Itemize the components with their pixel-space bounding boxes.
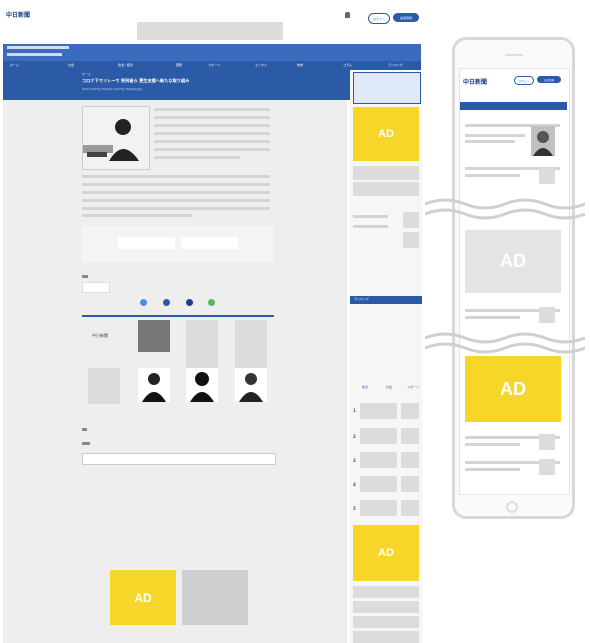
breadcrumb[interactable]: ホーム xyxy=(82,72,91,76)
nav-item-4[interactable]: 国際 xyxy=(176,63,182,67)
share-copy-icon[interactable] xyxy=(208,299,215,306)
photo-person-icon xyxy=(83,107,149,169)
sidebar-thumb-1[interactable] xyxy=(403,212,419,228)
ranking-num-3: 3 xyxy=(353,458,356,463)
sidebar-block-3[interactable] xyxy=(353,586,419,598)
nav-item-9[interactable]: ランキング xyxy=(388,63,403,67)
sidebar-ad-top[interactable]: AD xyxy=(353,107,419,161)
register-button[interactable]: 会員登録 xyxy=(393,13,419,22)
wave-break-icon xyxy=(425,332,586,354)
phone-login-button[interactable]: ログイン xyxy=(514,76,534,85)
nav-item-3[interactable]: 政治・経済 xyxy=(118,63,133,67)
sidebar-ad-bottom[interactable]: AD xyxy=(353,525,419,581)
nav-item-2[interactable]: 社会 xyxy=(68,63,74,67)
share-facebook-icon[interactable] xyxy=(186,299,193,306)
phone-thumb-2[interactable] xyxy=(539,307,555,323)
ranking-num-4: 4 xyxy=(353,482,356,487)
phone-nav-bar xyxy=(460,102,567,110)
share-line-icon[interactable] xyxy=(163,299,170,306)
main-column xyxy=(3,100,347,643)
ranking-num-5: 5 xyxy=(353,506,356,511)
ranking-num-2: 2 xyxy=(353,434,356,439)
phone-logo[interactable]: 中日新聞 xyxy=(463,77,487,86)
user-icon[interactable] xyxy=(345,12,350,18)
tag-chip[interactable] xyxy=(82,282,110,293)
header-link-2[interactable] xyxy=(7,53,62,56)
person-photo-icon xyxy=(142,373,166,402)
phone-speaker xyxy=(505,54,523,56)
related-thumb-2[interactable] xyxy=(186,320,218,368)
article-meta: 2021年3月15日 05時00分 (3月15日 05時00分更新) xyxy=(82,88,143,91)
phone-article-photo[interactable] xyxy=(531,126,555,156)
nav-item-1[interactable]: ホーム xyxy=(10,63,19,67)
subscribe-box xyxy=(82,226,274,262)
sidebar-block-6[interactable] xyxy=(353,631,419,643)
article-photo[interactable] xyxy=(82,106,150,170)
ranking-thumb-3[interactable] xyxy=(401,452,419,468)
phone-home-button[interactable] xyxy=(506,501,518,513)
header-ad-banner[interactable] xyxy=(137,22,283,40)
related-thumb-4[interactable] xyxy=(88,368,120,404)
bottom-ad-gray[interactable] xyxy=(182,570,248,625)
ranking-num-1: 1 xyxy=(353,408,356,413)
related-thumb-6[interactable] xyxy=(186,368,218,402)
ranking-thumb-5[interactable] xyxy=(401,500,419,516)
nav-item-6[interactable]: エンタメ xyxy=(255,63,267,67)
nav-item-7[interactable]: 地域 xyxy=(297,63,303,67)
tag-label xyxy=(82,275,88,278)
header-link-1[interactable] xyxy=(7,46,69,49)
ranking-item-1[interactable] xyxy=(360,403,397,419)
ranking-title: ランキング xyxy=(354,297,369,301)
ranking-thumb-2[interactable] xyxy=(401,428,419,444)
wave-break-icon xyxy=(425,198,586,220)
phone-register-button[interactable]: 会員登録 xyxy=(537,76,561,83)
phone-thumb-1[interactable] xyxy=(539,168,555,184)
phone-ad-yellow[interactable]: AD xyxy=(465,356,561,422)
ranking-tab-3[interactable]: スポーツ xyxy=(407,385,419,389)
nav-item-5[interactable]: スポーツ xyxy=(208,63,220,67)
phone-ad-gray[interactable]: AD xyxy=(465,230,561,293)
desktop-page: 中日新聞 ログイン 会員登録 ホーム 社会 政治・経済 国際 スポーツ エンタメ… xyxy=(0,0,425,643)
sidebar-block-5[interactable] xyxy=(353,616,419,628)
site-logo[interactable]: 中日新聞 xyxy=(6,10,30,19)
person-photo-icon xyxy=(533,131,553,156)
section-divider xyxy=(82,315,274,317)
sidebar-block-2[interactable] xyxy=(353,182,419,196)
comment-label xyxy=(82,428,87,431)
ranking-thumb-4[interactable] xyxy=(401,476,419,492)
sidebar-banner[interactable] xyxy=(353,72,421,104)
nav-item-8[interactable]: コラム xyxy=(343,63,352,67)
ranking-thumb-1[interactable] xyxy=(401,403,419,419)
comment-sub-label xyxy=(82,442,90,445)
phone-mockup: 中日新聞 ログイン 会員登録 AD AD xyxy=(425,37,586,519)
subscribe-button[interactable] xyxy=(118,237,175,249)
bottom-ad-yellow[interactable]: AD xyxy=(110,570,176,625)
ranking-item-4[interactable] xyxy=(360,476,397,492)
ranking-item-2[interactable] xyxy=(360,428,397,444)
comment-input[interactable] xyxy=(82,453,276,465)
person-photo-icon xyxy=(190,372,214,402)
sidebar-thumb-2[interactable] xyxy=(403,232,419,248)
related-thumb-3[interactable] xyxy=(235,320,267,368)
sidebar-block-4[interactable] xyxy=(353,601,419,613)
ranking-tab-1[interactable]: 総合 xyxy=(362,385,368,389)
ranking-item-5[interactable] xyxy=(360,500,397,516)
login-button[interactable]: ログイン xyxy=(368,13,390,24)
share-twitter-icon[interactable] xyxy=(140,299,147,306)
person-photo-icon xyxy=(239,373,263,402)
related-thumb-7[interactable] xyxy=(235,368,267,402)
related-item-logo[interactable]: 中日新聞 xyxy=(92,333,108,339)
sidebar-block-1[interactable] xyxy=(353,166,419,180)
phone-thumb-4[interactable] xyxy=(539,459,555,475)
related-thumb-5[interactable] xyxy=(138,368,170,402)
headline: コロナ下でリレーで 受刑者ら 更生支援へ新たな取り組み xyxy=(82,78,190,83)
phone-thumb-3[interactable] xyxy=(539,434,555,450)
related-thumb-1[interactable] xyxy=(138,320,170,352)
ranking-item-3[interactable] xyxy=(360,452,397,468)
login-button-2[interactable] xyxy=(181,237,238,249)
ranking-tab-2[interactable]: 社会 xyxy=(386,385,392,389)
